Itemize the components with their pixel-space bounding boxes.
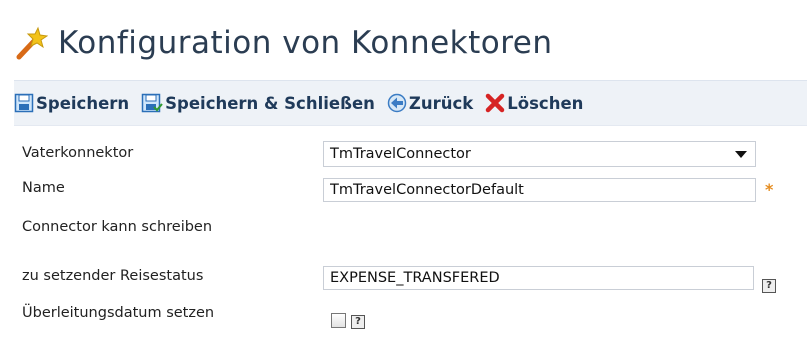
help-icon[interactable]: ?	[351, 315, 365, 329]
page-title: Konfiguration von Konnektoren	[58, 25, 553, 61]
delete-button-label: Löschen	[507, 93, 584, 113]
save-button[interactable]: Speichern	[14, 93, 129, 113]
name-input[interactable]	[323, 178, 756, 202]
dropdown-arrow-icon	[735, 151, 747, 158]
back-button[interactable]: Zurück	[387, 93, 473, 113]
back-button-label: Zurück	[408, 93, 474, 113]
save-and-close-button-label: Speichern & Schließen	[165, 93, 375, 113]
toolbar: Speichern Speichern & Schließen Zurück L…	[14, 80, 807, 126]
help-icon[interactable]: ?	[762, 279, 776, 293]
save-close-icon	[141, 93, 163, 113]
name-label: Name	[22, 180, 65, 196]
required-marker: *	[765, 180, 774, 199]
page-header: Konfiguration von Konnektoren	[14, 18, 553, 68]
save-and-close-button[interactable]: Speichern & Schließen	[141, 93, 375, 113]
parent-connector-label: Vaterkonnektor	[22, 145, 134, 161]
delete-button[interactable]: Löschen	[485, 93, 583, 113]
parent-connector-value: TmTravelConnector	[330, 146, 471, 162]
transfer-date-label: Überleitungsdatum setzen	[22, 305, 215, 321]
can-write-label: Connector kann schreiben	[22, 219, 213, 235]
save-button-label: Speichern	[36, 93, 130, 113]
travel-status-label: zu setzender Reisestatus	[22, 268, 204, 284]
magic-wand-icon	[16, 26, 48, 60]
back-arrow-icon	[387, 93, 407, 113]
parent-connector-select[interactable]: TmTravelConnector	[323, 141, 756, 167]
transfer-date-checkbox[interactable]	[331, 313, 346, 328]
delete-x-icon	[486, 93, 505, 113]
travel-status-input[interactable]	[323, 266, 754, 290]
save-icon	[14, 93, 34, 113]
